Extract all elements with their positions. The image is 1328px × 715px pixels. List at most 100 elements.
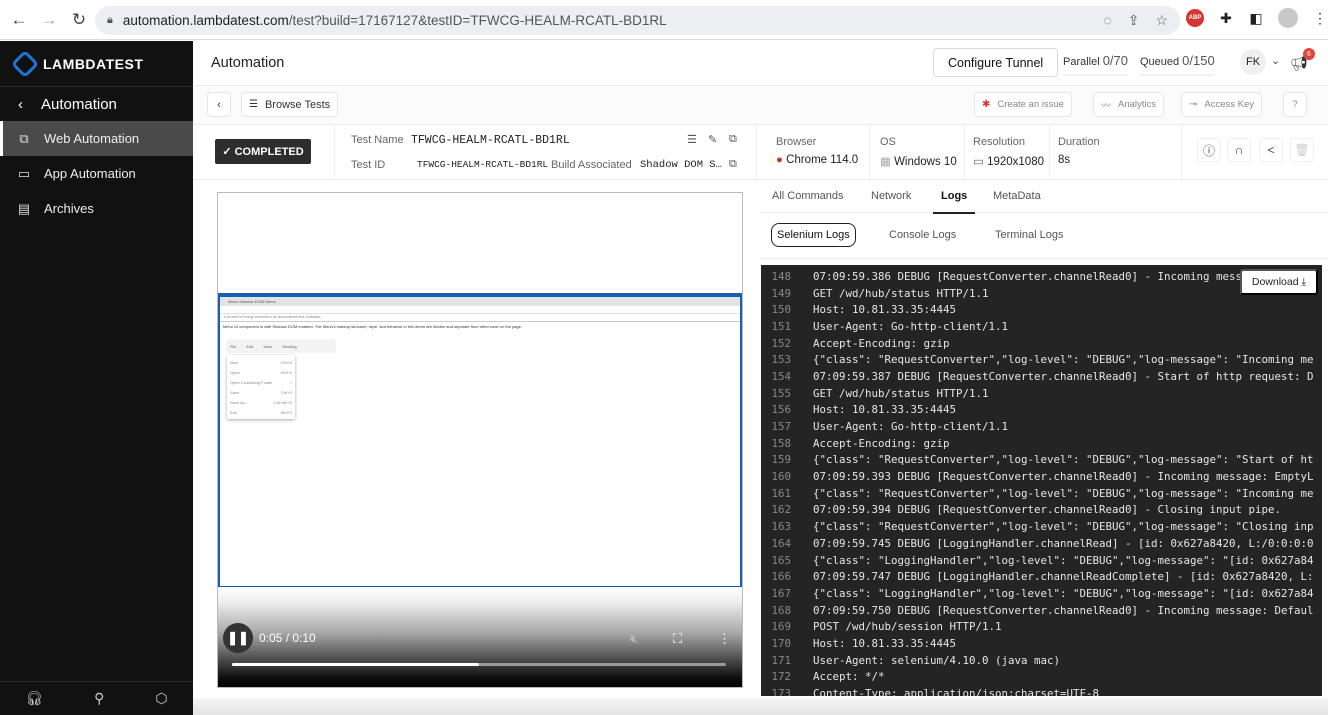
- back-button[interactable]: ‹: [207, 92, 231, 117]
- trash-icon: 🗑︎: [1294, 143, 1310, 157]
- copy-icon[interactable]: ⧉: [729, 158, 737, 171]
- log-line-text: Accept: */*: [813, 670, 885, 684]
- delete-button[interactable]: 🗑︎: [1290, 138, 1314, 162]
- lambdatest-logo-icon: [10, 49, 40, 78]
- log-line: 150 Host: 10.81.33.35:4445: [761, 301, 1322, 318]
- tab-all-commands[interactable]: All Commands: [772, 190, 844, 202]
- browser-label: Browser: [776, 136, 817, 148]
- configure-tunnel-button[interactable]: Configure Tunnel: [933, 48, 1059, 77]
- mute-icon[interactable]: 🔇︎: [630, 631, 638, 647]
- log-console[interactable]: 148 07:09:59.386 DEBUG [RequestConverter.…: [761, 265, 1322, 696]
- browse-tests-button[interactable]: ☰ Browse Tests: [241, 92, 339, 117]
- log-line-text: Content-Type: application/json;charset=U…: [813, 687, 1100, 696]
- create-issue-button[interactable]: ✱ Create an issue: [974, 92, 1072, 117]
- video-progress-bar[interactable]: [232, 663, 726, 666]
- eye-off-icon[interactable]: ◌: [1103, 12, 1111, 29]
- menubar-item: Edit: [246, 343, 254, 349]
- browser-value: ● Chrome 114.0: [776, 154, 858, 166]
- bug-icon: ✱: [982, 99, 991, 110]
- pause-button[interactable]: ❚❚: [223, 623, 253, 653]
- log-line-number: 162: [771, 503, 791, 517]
- profile-avatar[interactable]: [1278, 8, 1298, 28]
- forward-icon[interactable]: →: [38, 10, 60, 30]
- info-button[interactable]: ⓘ: [1197, 138, 1221, 162]
- log-line-number: 167: [771, 586, 791, 600]
- edit-icon[interactable]: ✎: [708, 133, 717, 146]
- share-icon[interactable]: ⇪: [1128, 12, 1140, 29]
- log-line: 171 User-Agent: selenium/4.10.0 (java mac…: [761, 652, 1322, 669]
- fullscreen-icon[interactable]: ⛶: [673, 631, 682, 647]
- chevron-down-icon[interactable]: ⌄: [1271, 54, 1280, 67]
- url-path: /test?build=17167127&testID=TFWCG-HEALM-…: [288, 13, 667, 28]
- log-line: 149 GET /wd/hub/status HTTP/1.1: [761, 285, 1322, 302]
- log-line: 154 07:09:59.387 DEBUG [RequestConverter.…: [761, 368, 1322, 385]
- star-icon[interactable]: ☆: [1155, 12, 1168, 29]
- recorded-browser-frame: Menu Shadow DOM Demo Chrome is being con…: [218, 293, 742, 588]
- access-key-button[interactable]: ⊸ Access Key: [1181, 92, 1263, 117]
- test-video-player[interactable]: Menu Shadow DOM Demo Chrome is being con…: [217, 192, 743, 688]
- subtab-selenium-logs[interactable]: Selenium Logs: [771, 223, 856, 247]
- side-panel-icon[interactable]: ◧: [1248, 10, 1264, 27]
- os-label: OS: [880, 136, 896, 148]
- sidebar: LAMBDATEST ‹ Automation ⧉ Web Automation…: [0, 41, 193, 715]
- sidebar-item-web-automation[interactable]: ⧉ Web Automation: [0, 121, 193, 156]
- tab-metadata[interactable]: MetaData: [993, 190, 1041, 202]
- divider: [1181, 125, 1182, 180]
- copy-icon[interactable]: ⧉: [729, 133, 737, 146]
- brand-logo[interactable]: LAMBDATEST: [0, 41, 193, 87]
- log-line-number: 154: [771, 369, 791, 383]
- user-avatar[interactable]: FK: [1240, 49, 1266, 75]
- sidebar-section-header[interactable]: ‹ Automation: [0, 87, 193, 121]
- kebab-menu-icon[interactable]: ⋮: [1312, 10, 1328, 27]
- back-icon[interactable]: ←: [8, 10, 30, 30]
- sidebar-item-app-automation[interactable]: ▭ App Automation: [0, 156, 193, 191]
- subtab-terminal-logs[interactable]: Terminal Logs: [995, 229, 1063, 241]
- magnet-button[interactable]: ∩: [1227, 138, 1251, 162]
- build-value[interactable]: Shadow DOM S…: [640, 159, 722, 171]
- test-toolbar: ‹ ☰ Browse Tests ✱ Create an issue 〰 Ana…: [193, 86, 1328, 125]
- log-line: 156 Host: 10.81.33.35:4445: [761, 402, 1322, 419]
- log-line: 151 User-Agent: Go-http-client/1.1: [761, 318, 1322, 335]
- log-line-number: 153: [771, 353, 791, 367]
- more-options-icon[interactable]: ⋮: [718, 631, 731, 647]
- log-line: 158 Accept-Encoding: gzip: [761, 435, 1322, 452]
- log-line-number: 163: [771, 520, 791, 534]
- reload-icon[interactable]: ↻: [68, 10, 90, 30]
- sidebar-item-label: Web Automation: [44, 131, 140, 146]
- log-line-number: 171: [771, 653, 791, 667]
- menu-item: Save As... Ctrl+Alt+S: [230, 399, 292, 405]
- download-logs-button[interactable]: Download ⤓: [1240, 269, 1318, 295]
- list-icon[interactable]: ☰: [687, 133, 697, 146]
- test-id-value: TFWCG-HEALM-RCATL-BD1RL: [417, 159, 549, 170]
- log-line-text: Accept-Encoding: gzip: [813, 436, 950, 450]
- menu-item: Save Ctrl+S: [230, 389, 292, 395]
- address-bar[interactable]: 🔒︎ automation.lambdatest.com/test?build=…: [95, 6, 1180, 35]
- help-button[interactable]: ?: [1283, 92, 1307, 117]
- log-line-number: 170: [771, 636, 791, 650]
- log-line-number: 168: [771, 603, 791, 617]
- status-badge: ✓ COMPLETED: [215, 139, 311, 164]
- key-icon[interactable]: ⚲: [94, 690, 104, 707]
- duration-label: Duration: [1058, 136, 1100, 148]
- create-issue-label: Create an issue: [997, 99, 1064, 110]
- log-line-text: User-Agent: Go-http-client/1.1: [813, 420, 1009, 434]
- log-line-number: 156: [771, 403, 791, 417]
- share-button[interactable]: <: [1259, 138, 1283, 162]
- magnet-icon: ∩: [1234, 143, 1244, 157]
- tab-network[interactable]: Network: [871, 190, 911, 202]
- log-line-number: 160: [771, 470, 791, 484]
- sidebar-footer: 🎧︎ ⚲ ⬡: [0, 681, 193, 715]
- recorded-info-bar: Chrome is being controlled by automated …: [220, 314, 740, 322]
- tab-logs[interactable]: Logs: [932, 190, 976, 214]
- adblock-extension-icon[interactable]: ABP: [1186, 9, 1204, 27]
- subtab-console-logs[interactable]: Console Logs: [889, 229, 956, 241]
- sidebar-item-archives[interactable]: ▤ Archives: [0, 191, 193, 226]
- log-line-number: 149: [771, 286, 791, 300]
- extensions-puzzle-icon[interactable]: ✚: [1218, 10, 1234, 27]
- resolution-value: ▭ 1920x1080: [973, 154, 1044, 168]
- analytics-button[interactable]: 〰 Analytics: [1093, 92, 1165, 117]
- analytics-icon: 〰: [1101, 101, 1111, 112]
- integrations-icon[interactable]: ⬡: [155, 690, 167, 707]
- log-line: 163 {"class": "RequestConverter","log-lev…: [761, 518, 1322, 535]
- headset-icon[interactable]: 🎧︎: [25, 690, 43, 707]
